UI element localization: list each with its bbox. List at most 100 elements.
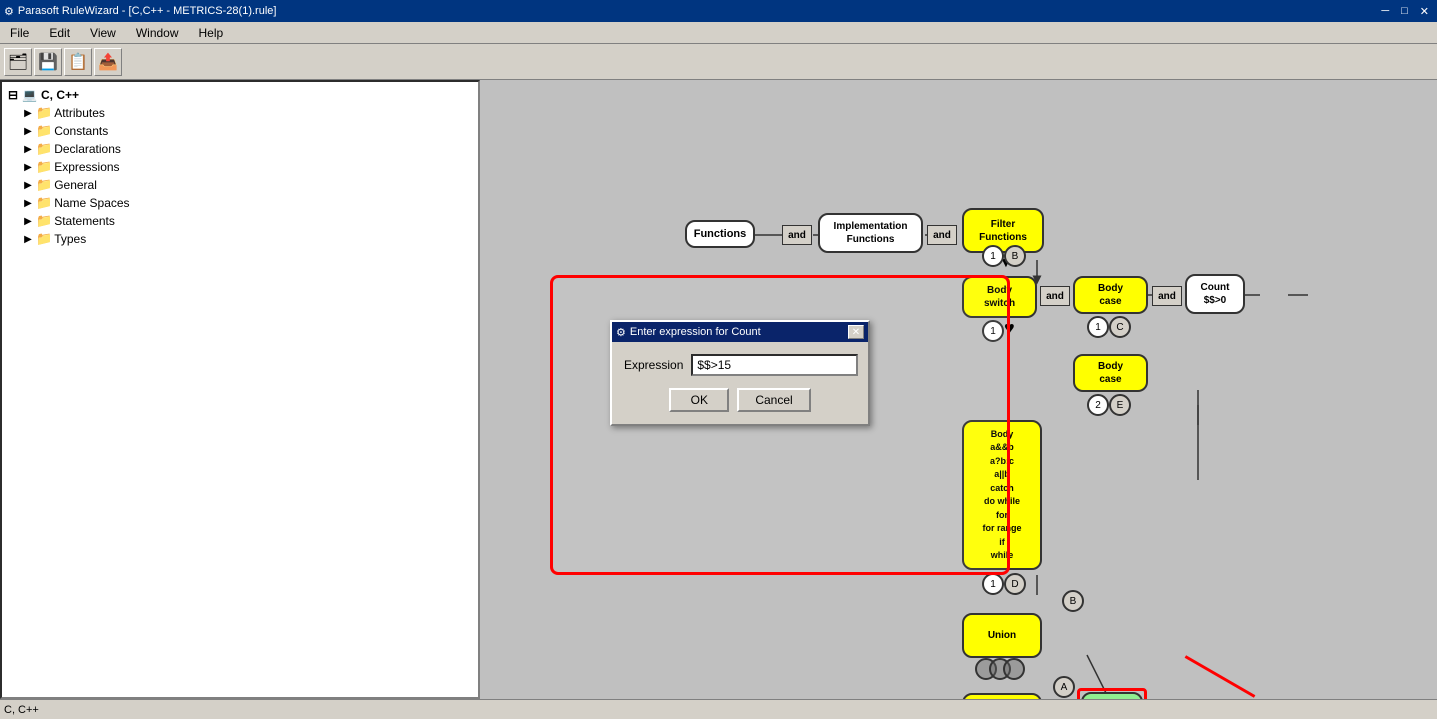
folder-icon: 📁 xyxy=(36,123,52,139)
sidebar-item-general[interactable]: ▶ 📁 General xyxy=(22,176,474,194)
dialog-icon: ⚙ xyxy=(616,326,626,339)
dialog-expression-label: Expression xyxy=(624,358,683,372)
toolbar-btn-1[interactable]: 🗂 xyxy=(4,48,32,76)
and-4-label: and xyxy=(1158,291,1176,302)
dialog-titlebar: ⚙ Enter expression for Count ✕ xyxy=(612,322,868,342)
node-body-large-label: Bodya&&ba?b:ca||bcatchdo whileforfor ran… xyxy=(982,428,1021,563)
main-layout: ⊟ 💻 C, C++ ▶ 📁 Attributes ▶ 📁 Constants … xyxy=(0,80,1437,699)
circle-2-e: 2 xyxy=(1087,394,1109,416)
folder-icon: 📁 xyxy=(36,105,52,121)
node-union-2[interactable]: Union xyxy=(962,693,1042,699)
sidebar-item-types[interactable]: ▶ 📁 Types xyxy=(22,230,474,248)
node-count-2[interactable]: Count$$>20 xyxy=(1081,692,1143,699)
node-body-switch[interactable]: Bodyswitch xyxy=(962,276,1037,318)
folder-icon: 📁 xyxy=(36,177,52,193)
dialog-buttons: OK Cancel xyxy=(624,388,856,412)
union-1-circles xyxy=(975,658,1029,680)
statusbar: C, C++ xyxy=(0,699,1437,719)
menu-file[interactable]: File xyxy=(4,24,35,42)
menu-help[interactable]: Help xyxy=(193,24,230,42)
dialog-title-content: ⚙ Enter expression for Count xyxy=(616,326,761,339)
menu-view[interactable]: View xyxy=(84,24,122,42)
titlebar-title: ⚙ Parasoft RuleWizard - [C,C++ - METRICS… xyxy=(4,5,276,18)
folder-icon: 📁 xyxy=(36,159,52,175)
node-and-2[interactable]: and xyxy=(927,225,957,245)
circle-e: E xyxy=(1109,394,1131,416)
node-body-case-1[interactable]: Bodycase xyxy=(1073,276,1148,314)
sidebar-item-attributes[interactable]: ▶ 📁 Attributes xyxy=(22,104,474,122)
node-and-4[interactable]: and xyxy=(1152,286,1182,306)
node-and-1[interactable]: and xyxy=(782,225,812,245)
dialog-cancel-button[interactable]: Cancel xyxy=(737,388,810,412)
dialog-content: Expression OK Cancel xyxy=(612,342,868,424)
tree-root: ⊟ 💻 C, C++ ▶ 📁 Attributes ▶ 📁 Constants … xyxy=(6,86,474,248)
sidebar-item-label: Attributes xyxy=(54,106,105,120)
tree-root-item[interactable]: ⊟ 💻 C, C++ xyxy=(6,86,474,104)
dialog-title-text: Enter expression for Count xyxy=(630,326,761,338)
sidebar-item-constants[interactable]: ▶ 📁 Constants xyxy=(22,122,474,140)
folder-icon: 📁 xyxy=(36,231,52,247)
expand-arrow: ▶ xyxy=(22,162,34,173)
dialog-box[interactable]: ⚙ Enter expression for Count ✕ Expressio… xyxy=(610,320,870,426)
node-body-large[interactable]: Bodya&&ba?b:ca||bcatchdo whileforfor ran… xyxy=(962,420,1042,570)
toolbar-btn-2[interactable]: 💾 xyxy=(34,48,62,76)
node-body-case-1-label: Bodycase xyxy=(1098,282,1123,308)
node-functions-label: Functions xyxy=(694,228,747,240)
sidebar-item-label: Statements xyxy=(54,214,115,228)
node-functions[interactable]: Functions xyxy=(685,220,755,248)
maximize-button[interactable]: □ xyxy=(1397,5,1412,18)
expand-icon: ⊟ xyxy=(8,88,18,102)
toolbar: 🗂 💾 📋 📤 xyxy=(0,44,1437,80)
node-count-1[interactable]: Count$$>0 xyxy=(1185,274,1245,314)
circle-b-upper: B xyxy=(1062,590,1084,612)
titlebar: ⚙ Parasoft RuleWizard - [C,C++ - METRICS… xyxy=(0,0,1437,22)
canvas-area[interactable]: Functions and ImplementationFunctions an… xyxy=(480,80,1437,699)
minimize-button[interactable]: ─ xyxy=(1377,5,1393,18)
node-and-3[interactable]: and xyxy=(1040,286,1070,306)
close-icon: ✕ xyxy=(852,327,860,338)
sidebar-item-statements[interactable]: ▶ 📁 Statements xyxy=(22,212,474,230)
node-body-switch-label: Bodyswitch xyxy=(984,284,1015,310)
sidebar-item-label: Expressions xyxy=(54,160,119,174)
sidebar-item-label: Types xyxy=(54,232,86,246)
expand-arrow: ▶ xyxy=(22,108,34,119)
sidebar-item-label: Name Spaces xyxy=(54,196,129,210)
dialog-close-button[interactable]: ✕ xyxy=(848,325,864,339)
sidebar-item-declarations[interactable]: ▶ 📁 Declarations xyxy=(22,140,474,158)
expand-arrow: ▶ xyxy=(22,180,34,191)
red-arrow: ➜ xyxy=(1140,690,1170,699)
node-count-1-label: Count$$>0 xyxy=(1201,281,1230,307)
sidebar-item-expressions[interactable]: ▶ 📁 Expressions xyxy=(22,158,474,176)
sidebar-item-namespaces[interactable]: ▶ 📁 Name Spaces xyxy=(22,194,474,212)
toolbar-btn-3[interactable]: 📋 xyxy=(64,48,92,76)
red-arrow-line xyxy=(1185,655,1256,698)
dialog-expression-input[interactable] xyxy=(691,354,858,376)
circle-1-b: 1 xyxy=(982,245,1004,267)
node-filter-functions[interactable]: FilterFunctions xyxy=(962,208,1044,253)
toolbar-btn-4[interactable]: 📤 xyxy=(94,48,122,76)
menu-edit[interactable]: Edit xyxy=(43,24,76,42)
sidebar-item-label: Declarations xyxy=(54,142,121,156)
node-body-case-2[interactable]: Bodycase xyxy=(1073,354,1148,392)
computer-icon: 💻 xyxy=(22,88,37,102)
menu-window[interactable]: Window xyxy=(130,24,185,42)
expand-arrow: ▶ xyxy=(22,234,34,245)
statusbar-text: C, C++ xyxy=(4,704,39,716)
node-implementation[interactable]: ImplementationFunctions xyxy=(818,213,923,253)
node-body-case-2-label: Bodycase xyxy=(1098,360,1123,386)
and-2-label: and xyxy=(933,230,951,241)
sidebar-item-label: General xyxy=(54,178,97,192)
app-title: Parasoft RuleWizard - [C,C++ - METRICS-2… xyxy=(18,5,277,17)
close-button[interactable]: ✕ xyxy=(1416,5,1433,18)
app-icon: ⚙ xyxy=(4,5,14,18)
dialog-expression-row: Expression xyxy=(624,354,856,376)
circle-b-1: B xyxy=(1004,245,1026,267)
node-union-1[interactable]: Union xyxy=(962,613,1042,658)
node-filter-functions-label: FilterFunctions xyxy=(979,218,1027,244)
sidebar-item-label: Constants xyxy=(54,124,108,138)
circle-d: D xyxy=(1004,573,1026,595)
dialog-ok-button[interactable]: OK xyxy=(669,388,729,412)
titlebar-controls[interactable]: ─ □ ✕ xyxy=(1377,5,1433,18)
circle-1-a: 1 xyxy=(982,320,1004,342)
folder-icon: 📁 xyxy=(36,213,52,229)
